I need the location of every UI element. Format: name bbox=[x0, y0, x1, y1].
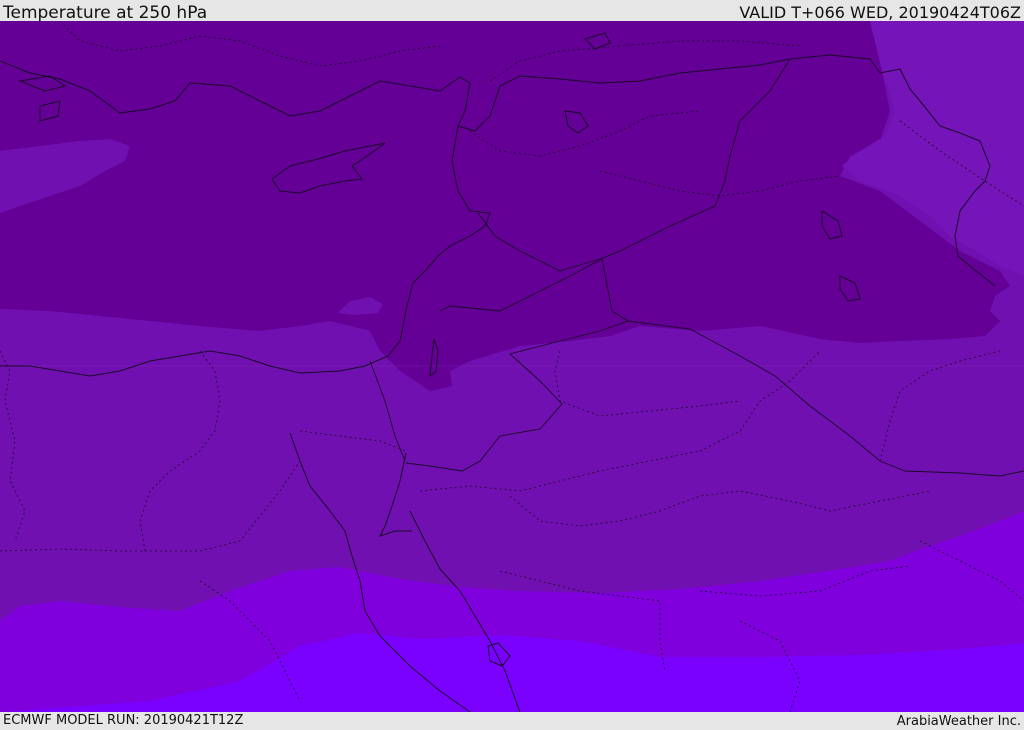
model-run: ECMWF MODEL RUN: 20190421T12Z bbox=[3, 713, 244, 728]
credit: ArabiaWeather Inc. bbox=[896, 714, 1021, 729]
valid-time: VALID T+066 WED, 20190424T06Z bbox=[739, 3, 1021, 22]
map-title: Temperature at 250 hPa bbox=[3, 3, 208, 23]
header-bar: Temperature at 250 hPa VALID T+066 WED, … bbox=[0, 0, 1024, 23]
temperature-map bbox=[0, 21, 1024, 712]
footer-bar: ECMWF MODEL RUN: 20190421T12Z ArabiaWeat… bbox=[0, 712, 1024, 729]
